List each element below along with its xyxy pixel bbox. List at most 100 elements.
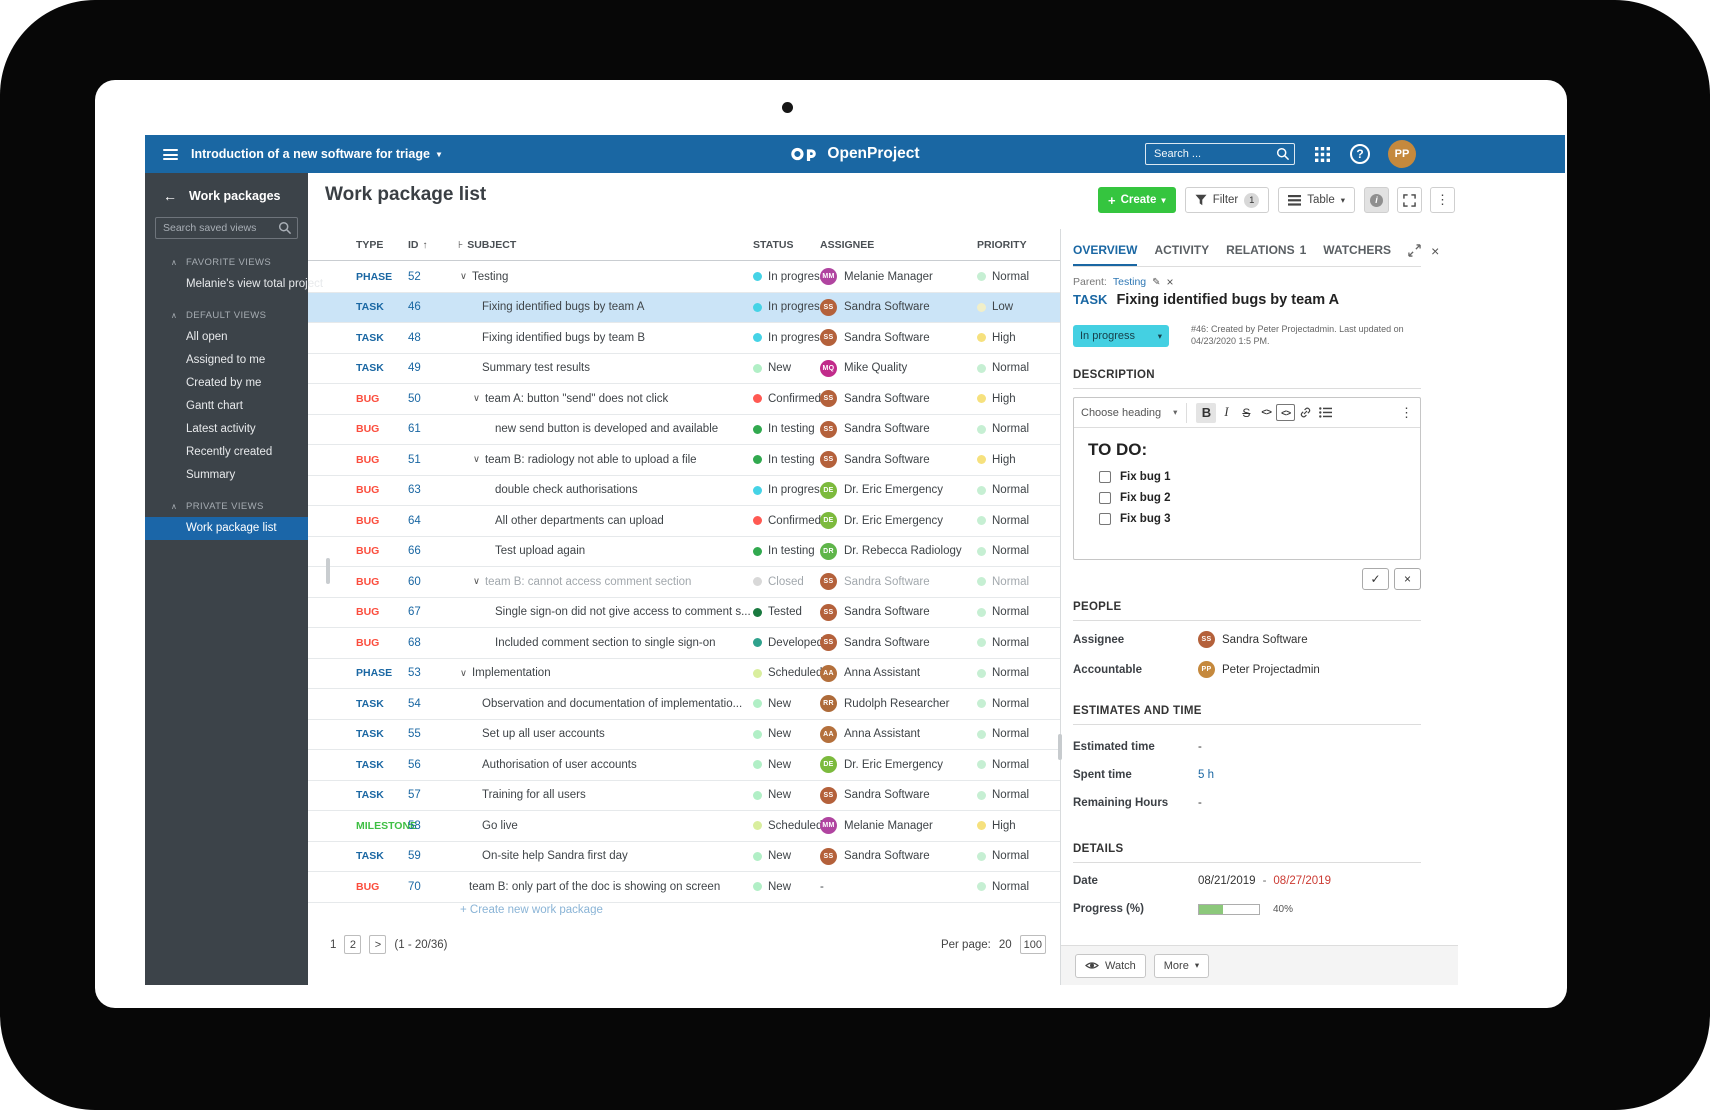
search-icon[interactable] [278, 221, 292, 235]
id-cell[interactable]: 53 [408, 659, 421, 689]
column-header-subject[interactable]: ⊦ SUBJECT [458, 239, 516, 251]
subject-cell[interactable]: Test upload again [486, 537, 585, 567]
italic-button[interactable]: I [1216, 403, 1236, 423]
todo-checkbox[interactable] [1099, 471, 1111, 483]
sidebar-section-private-views[interactable]: ∧ PRIVATE VIEWS [145, 495, 308, 517]
subject-cell[interactable]: ∨ team B: cannot access comment section [473, 567, 691, 597]
subject-cell[interactable]: Fixing identified bugs by team A [473, 293, 644, 323]
link-button[interactable] [1295, 403, 1315, 423]
help-icon[interactable]: ? [1350, 144, 1370, 164]
id-cell[interactable]: 52 [408, 262, 421, 292]
id-cell[interactable]: 63 [408, 476, 421, 506]
brand-logo[interactable]: OpenProject [790, 135, 920, 173]
subject-cell[interactable]: team B: only part of the doc is showing … [460, 872, 720, 902]
sidebar-section-favorite-views[interactable]: ∧ FAVORITE VIEWS [145, 251, 308, 273]
subject-cell[interactable]: Observation and documentation of impleme… [473, 689, 742, 719]
user-avatar[interactable]: PP [1388, 140, 1416, 168]
expand-panel-icon[interactable] [1408, 244, 1421, 257]
page-2-button[interactable]: 2 [344, 935, 362, 954]
progress-value[interactable]: 40% [1198, 903, 1293, 915]
sidebar-item-melanie-s-view-total-project[interactable]: Melanie's view total project [145, 273, 323, 296]
sidebar-section-default-views[interactable]: ∧ DEFAULT VIEWS [145, 304, 308, 326]
modules-grid-icon[interactable] [1315, 147, 1330, 162]
table-row-59[interactable]: TASK 59 On-site help Sandra first day New SS… [308, 842, 1060, 872]
back-arrow-icon[interactable]: ← [163, 188, 177, 204]
hamburger-menu-icon[interactable] [163, 149, 178, 160]
id-cell[interactable]: 57 [408, 781, 421, 811]
date-end[interactable]: 08/27/2019 [1273, 875, 1331, 887]
subject-cell[interactable]: Included comment section to single sign-… [486, 628, 716, 658]
description-content[interactable]: TO DO: Fix bug 1 Fix bug 2 Fix bug 3 [1074, 428, 1420, 544]
id-cell[interactable]: 64 [408, 506, 421, 536]
per-page-current[interactable]: 20 [999, 939, 1012, 951]
table-row-67[interactable]: BUG 67 Single sign-on did not give access … [308, 598, 1060, 628]
table-row-48[interactable]: TASK 48 Fixing identified bugs by team B In… [308, 323, 1060, 354]
subject-cell[interactable]: Fixing identified bugs by team B [473, 323, 645, 353]
sidebar-item-latest-activity[interactable]: Latest activity [145, 418, 308, 441]
column-header-type[interactable]: TYPE [356, 239, 383, 251]
sidebar-item-recently-created[interactable]: Recently created [145, 441, 308, 464]
sidebar-item-created-by-me[interactable]: Created by me [145, 372, 308, 395]
subject-cell[interactable]: All other departments can upload [486, 506, 664, 536]
subject-cell[interactable]: ∨ team A: button "send" does not click [473, 384, 668, 414]
sidebar-item-summary[interactable]: Summary [145, 464, 308, 487]
subject-cell[interactable]: Training for all users [473, 781, 586, 811]
attribute-value[interactable]: - [1198, 741, 1202, 753]
watch-button[interactable]: Watch [1075, 953, 1146, 978]
save-description-button[interactable]: ✓ [1362, 568, 1389, 590]
tab-overview[interactable]: OVERVIEW [1073, 235, 1138, 266]
sidebar-item-gantt-chart[interactable]: Gantt chart [145, 395, 308, 418]
remove-parent-icon[interactable]: × [1167, 275, 1174, 289]
id-cell[interactable]: 46 [408, 293, 421, 323]
tab-activity[interactable]: ACTIVITY [1154, 235, 1209, 266]
subject-cell[interactable]: ∨ Implementation [460, 659, 551, 689]
id-cell[interactable]: 70 [408, 872, 421, 902]
id-cell[interactable]: 49 [408, 354, 421, 384]
id-cell[interactable]: 48 [408, 323, 421, 353]
inline-code-button[interactable]: <> [1256, 403, 1276, 423]
table-row-53[interactable]: PHASE 53 ∨ Implementation Scheduled AA Anna As… [308, 659, 1060, 689]
table-row-57[interactable]: TASK 57 Training for all users New SS Sandra … [308, 781, 1060, 811]
sidebar-item-all-open[interactable]: All open [145, 326, 308, 349]
parent-link[interactable]: Testing [1113, 276, 1146, 288]
table-row-68[interactable]: BUG 68 Included comment section to single … [308, 628, 1060, 659]
todo-checkbox[interactable] [1099, 513, 1111, 525]
id-cell[interactable]: 61 [408, 415, 421, 445]
id-cell[interactable]: 51 [408, 445, 421, 475]
id-cell[interactable]: 55 [408, 720, 421, 750]
subject-cell[interactable]: On-site help Sandra first day [473, 842, 628, 872]
collapse-row-icon[interactable]: ∨ [473, 393, 480, 404]
project-selector[interactable]: Introduction of a new software for triag… [191, 135, 441, 173]
id-cell[interactable]: 60 [408, 567, 421, 597]
info-button[interactable]: i [1364, 187, 1390, 213]
heading-dropdown[interactable]: Choose heading ▾ [1081, 407, 1177, 419]
fullscreen-button[interactable] [1397, 187, 1423, 213]
subject-cell[interactable]: ∨ Testing [460, 262, 508, 292]
id-cell[interactable]: 67 [408, 598, 421, 628]
table-row-52[interactable]: PHASE 52 ∨ Testing In progress MM Melanie Mana… [308, 262, 1060, 293]
todo-checkbox[interactable] [1099, 492, 1111, 504]
inline-create-row[interactable]: + Create new work package [308, 903, 1060, 915]
view-mode-button[interactable]: Table ▾ [1278, 187, 1356, 213]
id-cell[interactable]: 50 [408, 384, 421, 414]
collapse-row-icon[interactable]: ∨ [460, 668, 467, 679]
strikethrough-button[interactable]: S [1236, 403, 1256, 423]
table-row-66[interactable]: BUG 66 Test upload again In testing DR Dr. Re… [308, 537, 1060, 567]
id-cell[interactable]: 56 [408, 750, 421, 780]
attribute-value[interactable]: - [1198, 797, 1202, 809]
column-header-id[interactable]: ID ↑ [408, 239, 428, 251]
table-row-46[interactable]: TASK 46 Fixing identified bugs by team A In… [308, 292, 1060, 323]
per-page-option-button[interactable]: 100 [1019, 935, 1046, 954]
close-panel-icon[interactable]: × [1431, 243, 1439, 259]
table-row-64[interactable]: BUG 64 All other departments can upload Con… [308, 506, 1060, 537]
subject-cell[interactable]: Authorisation of user accounts [473, 750, 637, 780]
collapse-row-icon[interactable]: ∨ [473, 576, 480, 587]
more-options-button[interactable]: ⋮ [1430, 187, 1456, 213]
cancel-description-button[interactable]: × [1394, 568, 1421, 590]
date-start[interactable]: 08/21/2019 [1198, 875, 1256, 887]
saved-views-search-input[interactable] [155, 217, 298, 239]
sidebar-item-assigned-to-me[interactable]: Assigned to me [145, 349, 308, 372]
subject-cell[interactable]: new send button is developed and availab… [486, 415, 718, 445]
id-cell[interactable]: 68 [408, 628, 421, 658]
id-cell[interactable]: 66 [408, 537, 421, 567]
